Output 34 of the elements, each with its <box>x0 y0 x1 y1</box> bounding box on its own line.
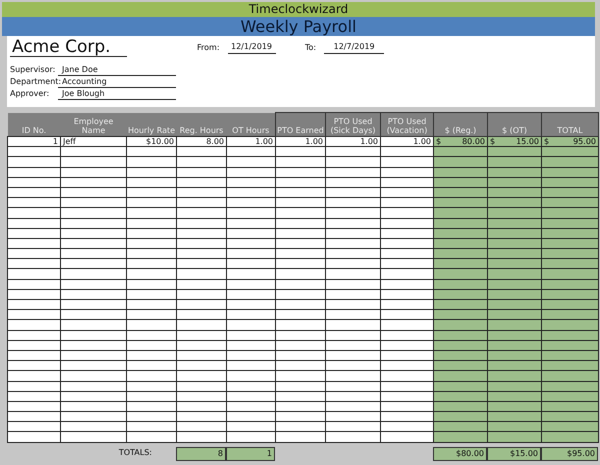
field-value: Joe Blough <box>58 89 176 100</box>
company-name: Acme Corp. <box>10 38 127 57</box>
subtitle-bar: Weekly Payroll <box>2 17 595 36</box>
table-cell: 1.00 <box>226 136 276 147</box>
table-cell: 1 <box>8 136 60 147</box>
total-value: $95.00 <box>541 446 598 461</box>
total-value: $80.00 <box>433 446 487 461</box>
date-label: To: <box>305 42 316 54</box>
field-label: Supervisor: <box>10 65 56 76</box>
column-header: PTO Earned <box>276 112 326 136</box>
table-cell: 8.00 <box>176 136 226 147</box>
date-value: 12/1/2019 <box>228 41 276 54</box>
column-header: PTO Used (Vacation) <box>380 112 434 136</box>
column-header: Reg. Hours <box>176 112 226 136</box>
field-label: Department: <box>10 77 58 88</box>
total-value: 1 <box>226 446 275 461</box>
column-header: OT Hours <box>226 112 276 136</box>
table-cell: $10.00 <box>126 136 176 147</box>
column-header: $ (Reg.) <box>434 112 488 136</box>
column-header: Hourly Rate <box>126 112 176 136</box>
totals-label: TOTALS: <box>118 446 153 459</box>
column-header: TOTAL <box>542 112 598 136</box>
column-header: PTO Used (Sick Days) <box>326 112 380 136</box>
total-value: 8 <box>176 446 226 461</box>
column-header: ID No. <box>8 112 60 136</box>
column-header: $ (OT) <box>488 112 542 136</box>
date-value: 12/7/2019 <box>324 41 384 54</box>
table-cell: Jeff <box>60 136 126 147</box>
title-bar: Timeclockwizard <box>2 2 595 17</box>
column-header: Employee Name <box>60 112 126 136</box>
date-label: From: <box>197 42 220 54</box>
field-value: Jane Doe <box>58 65 176 76</box>
field-label: Approver: <box>10 89 50 100</box>
total-value: $15.00 <box>487 446 541 461</box>
